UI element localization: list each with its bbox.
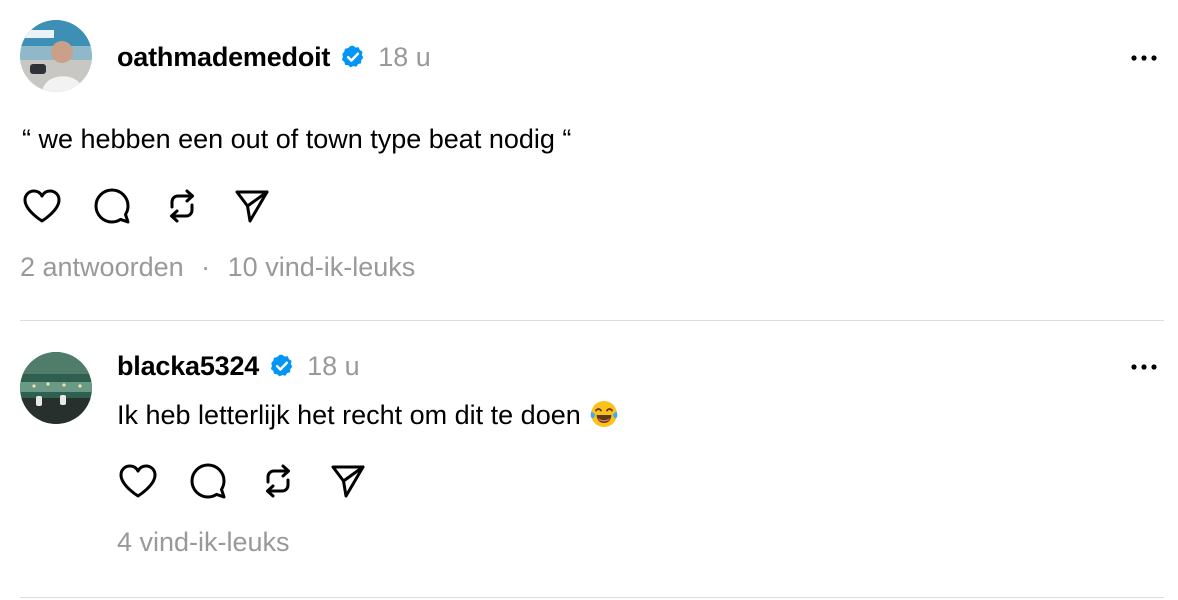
likes-count[interactable]: 10 vind-ik-leuks bbox=[228, 252, 416, 282]
like-button[interactable] bbox=[116, 461, 160, 505]
comment-button[interactable] bbox=[186, 461, 230, 505]
heart-icon bbox=[22, 188, 62, 229]
replies-count[interactable]: 2 antwoorden bbox=[20, 252, 184, 282]
post-item: blacka5324 18 u Ik heb letterlijk het re… bbox=[0, 321, 1178, 599]
username[interactable]: oathmademedoit bbox=[117, 42, 330, 73]
repost-icon bbox=[164, 187, 200, 230]
face-with-tears-of-joy-icon bbox=[589, 399, 619, 429]
stats-separator: · bbox=[201, 252, 211, 282]
post-time[interactable]: 18 u bbox=[378, 42, 431, 73]
username[interactable]: blacka5324 bbox=[117, 351, 259, 382]
post-stats: 4 vind-ik-leuks bbox=[117, 527, 290, 558]
post-item: oathmademedoit 18 u “ we hebben een out … bbox=[0, 0, 1178, 320]
divider bbox=[20, 597, 1164, 598]
repost-button[interactable] bbox=[256, 461, 300, 505]
verified-badge-icon bbox=[340, 44, 366, 70]
post-text-content: Ik heb letterlijk het recht om dit te do… bbox=[117, 400, 581, 430]
send-icon bbox=[329, 463, 367, 504]
post-actions bbox=[116, 461, 396, 505]
more-options-icon[interactable] bbox=[1126, 355, 1162, 379]
comment-button[interactable] bbox=[90, 186, 134, 230]
post-text: “ we hebben een out of town type beat no… bbox=[22, 124, 572, 154]
comment-bubble-icon bbox=[93, 187, 131, 230]
post-stats: 2 antwoorden · 10 vind-ik-leuks bbox=[20, 252, 415, 283]
likes-count[interactable]: 4 vind-ik-leuks bbox=[117, 527, 290, 557]
share-button[interactable] bbox=[326, 461, 370, 505]
repost-button[interactable] bbox=[160, 186, 204, 230]
more-options-icon[interactable] bbox=[1126, 46, 1162, 70]
send-icon bbox=[233, 188, 271, 229]
post-text: Ik heb letterlijk het recht om dit te do… bbox=[117, 399, 619, 431]
verified-badge-icon bbox=[269, 353, 295, 379]
avatar[interactable] bbox=[20, 352, 92, 424]
share-button[interactable] bbox=[230, 186, 274, 230]
post-actions bbox=[20, 186, 300, 230]
post-time[interactable]: 18 u bbox=[307, 351, 360, 382]
post-header: oathmademedoit 18 u bbox=[117, 37, 431, 77]
comment-bubble-icon bbox=[189, 462, 227, 505]
like-button[interactable] bbox=[20, 186, 64, 230]
repost-icon bbox=[260, 462, 296, 505]
avatar[interactable] bbox=[20, 20, 92, 92]
post-header: blacka5324 18 u bbox=[117, 346, 360, 386]
heart-icon bbox=[118, 463, 158, 504]
